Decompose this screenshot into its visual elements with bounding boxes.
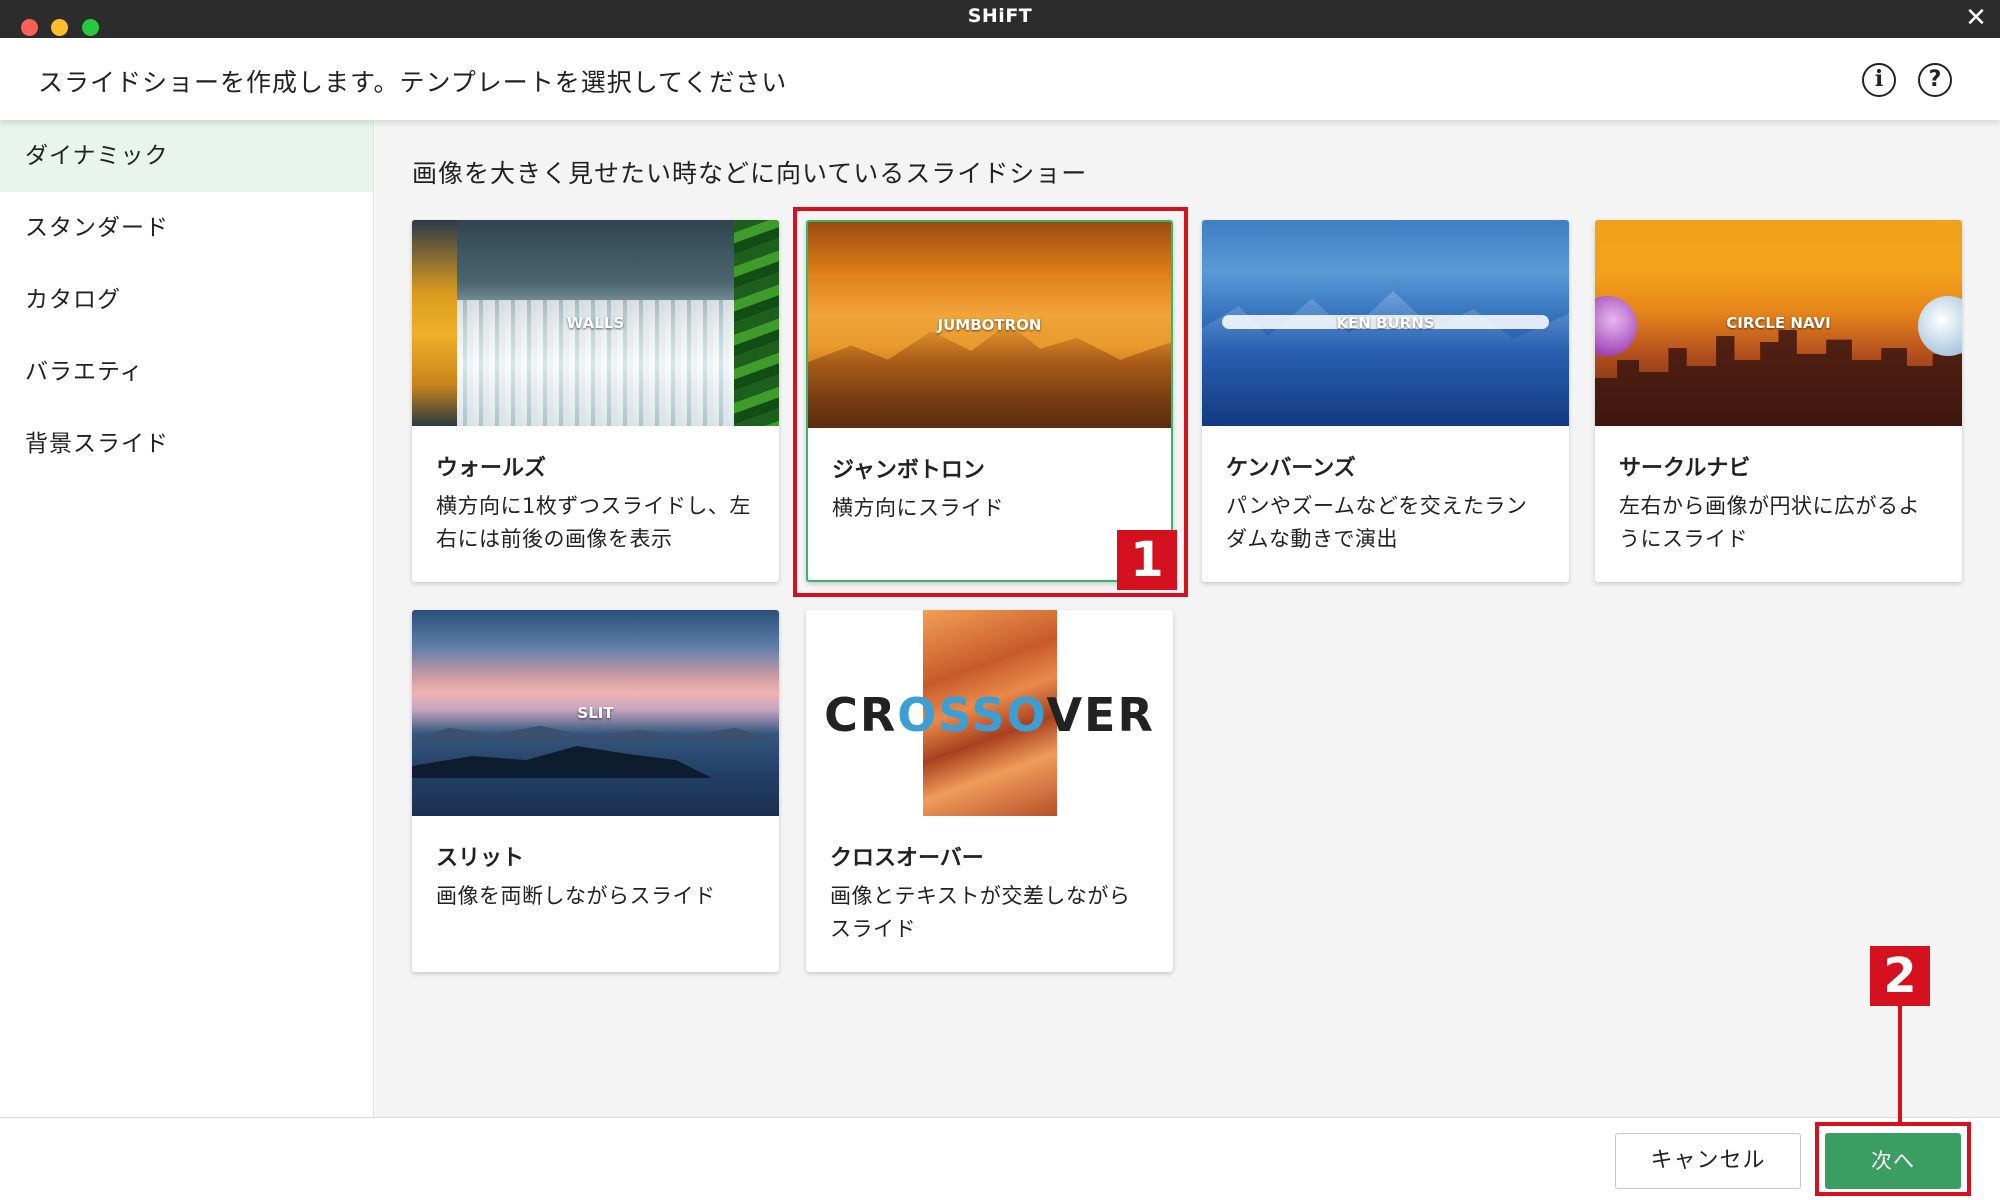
template-card-walls[interactable]: WALLS ウォールズ 横方向に1枚ずつスライドし、左右には前後の画像を表示 xyxy=(412,220,779,582)
template-card-ken-burns[interactable]: KEN BURNS ケンバーンズ パンやズームなどを交えたランダムな動きで演出 xyxy=(1202,220,1569,582)
info-icon[interactable]: i xyxy=(1862,63,1896,97)
template-thumbnail: KEN BURNS xyxy=(1202,220,1569,426)
app-title: SHiFT xyxy=(967,5,1033,27)
template-title: クロスオーバー xyxy=(830,846,984,871)
template-title: スリット xyxy=(436,846,525,871)
template-thumbnail: CROSSOVER xyxy=(806,610,1173,816)
cancel-button[interactable]: キャンセル xyxy=(1615,1133,1801,1189)
template-thumbnail: WALLS xyxy=(412,220,779,426)
thumb-decoration xyxy=(1202,291,1569,426)
sidebar-item-background-slide[interactable]: 背景スライド xyxy=(0,408,373,480)
thumbnail-label: JUMBOTRON xyxy=(937,316,1042,334)
next-button[interactable]: 次へ xyxy=(1825,1133,1961,1189)
template-description: パンやズームなどを交えたランダムな動きで演出 xyxy=(1226,494,1528,551)
thumbnail-label: SLIT xyxy=(577,704,614,722)
sidebar-item-standard[interactable]: スタンダード xyxy=(0,192,373,264)
sidebar-item-variety[interactable]: バラエティ xyxy=(0,336,373,408)
thumbnail-label: WALLS xyxy=(566,314,625,332)
template-description: 横方向に1枚ずつスライドし、左右には前後の画像を表示 xyxy=(436,494,751,551)
thumbnail-label: CROSSOVER xyxy=(824,688,1155,742)
app-window: SHiFT ✕ スライドショーを作成します。テンプレートを選択してください i … xyxy=(0,0,2000,1200)
dialog-footer: キャンセル 次へ xyxy=(0,1117,2000,1200)
template-title: ケンバーンズ xyxy=(1226,456,1356,481)
thumb-decoration xyxy=(412,725,779,741)
thumb-decoration xyxy=(808,323,1171,428)
template-title: ウォールズ xyxy=(436,456,547,481)
template-panel: 画像を大きく見せたい時などに向いているスライドショー WALLS ウォールズ 横… xyxy=(375,120,2000,1117)
thumb-decoration xyxy=(412,746,712,778)
title-bar: SHiFT ✕ xyxy=(0,0,2000,38)
template-card-crossover[interactable]: CROSSOVER クロスオーバー 画像とテキストが交差しながらスライド xyxy=(806,610,1173,972)
template-description: 画像を両断しながらスライド xyxy=(436,884,716,908)
sidebar-item-catalog[interactable]: カタログ xyxy=(0,264,373,336)
template-description: 横方向にスライド xyxy=(832,496,1004,520)
template-title: ジャンボトロン xyxy=(832,458,985,483)
thumbnail-label: KEN BURNS xyxy=(1336,314,1435,332)
sidebar-item-dynamic[interactable]: ダイナミック xyxy=(0,120,373,192)
template-card-slit[interactable]: SLIT スリット 画像を両断しながらスライド xyxy=(412,610,779,972)
header-title: スライドショーを作成します。テンプレートを選択してください xyxy=(38,68,788,97)
help-icon[interactable]: ? xyxy=(1918,63,1952,97)
template-thumbnail: JUMBOTRON xyxy=(808,222,1171,428)
category-description: 画像を大きく見せたい時などに向いているスライドショー xyxy=(412,159,1088,188)
template-thumbnail: CIRCLE NAVI xyxy=(1595,220,1962,426)
thumbnail-label: CIRCLE NAVI xyxy=(1726,314,1831,332)
close-icon[interactable]: ✕ xyxy=(1962,4,1990,32)
template-card-jumbotron[interactable]: JUMBOTRON ジャンボトロン 横方向にスライド xyxy=(806,220,1173,582)
template-card-circle-navi[interactable]: CIRCLE NAVI サークルナビ 左右から画像が円状に広がるようにスライド xyxy=(1595,220,1962,582)
dialog-header: スライドショーを作成します。テンプレートを選択してください i ? xyxy=(0,38,2000,120)
template-description: 画像とテキストが交差しながらスライド xyxy=(830,884,1131,941)
template-title: サークルナビ xyxy=(1619,456,1751,481)
category-sidebar: ダイナミック スタンダード カタログ バラエティ 背景スライド xyxy=(0,120,374,1117)
template-description: 左右から画像が円状に広がるようにスライド xyxy=(1619,494,1920,551)
template-thumbnail: SLIT xyxy=(412,610,779,816)
